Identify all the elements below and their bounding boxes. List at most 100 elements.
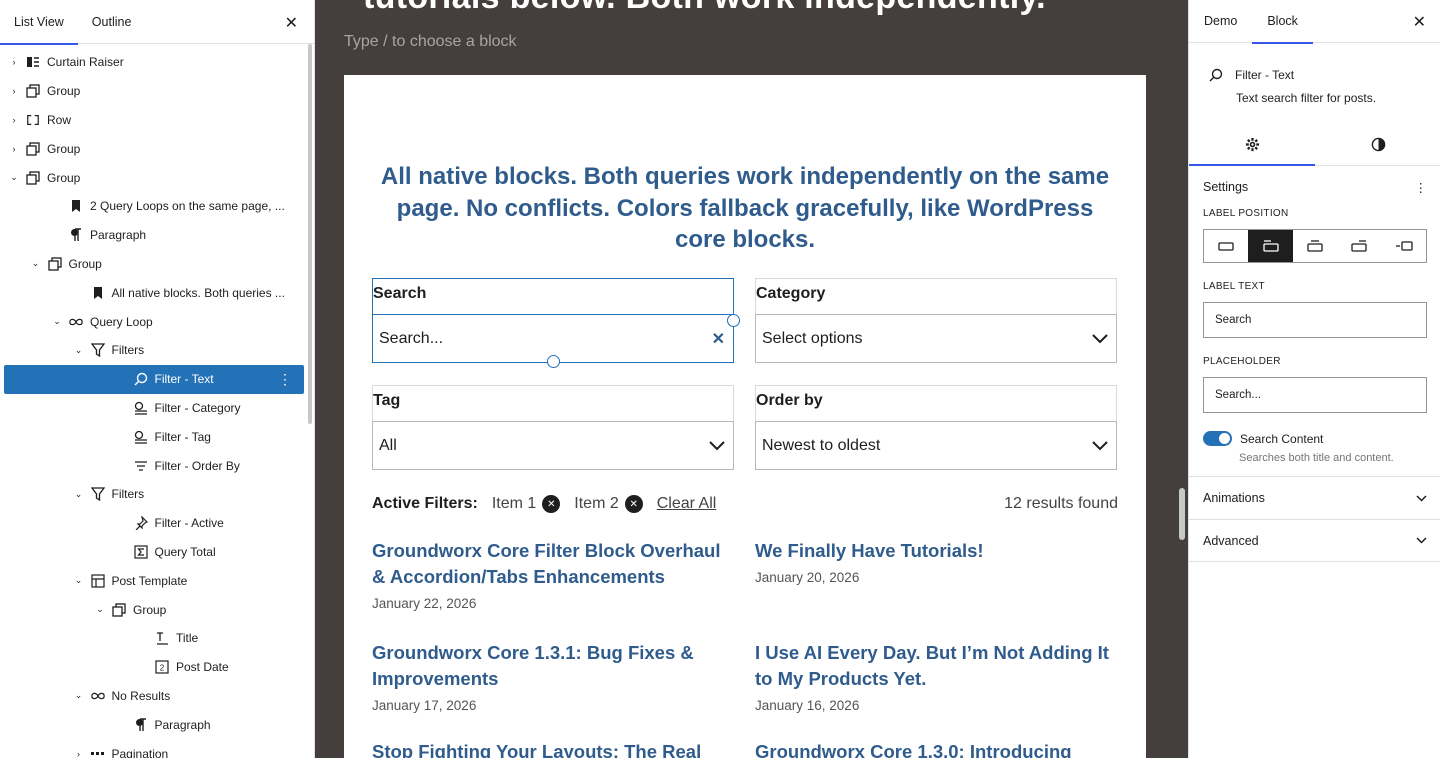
settings-header[interactable]: Settings ⋮ [1203, 166, 1427, 208]
active-filters-row: Active Filters: Item 1 ✕ Item 2 ✕ Clear … [372, 495, 1118, 513]
post-title[interactable]: Groundworx Core 1.3.1: Bug Fixes & Impro… [372, 640, 734, 692]
position-inside-button[interactable] [1293, 230, 1337, 262]
list-view-item[interactable]: ⌄ Post Template [0, 566, 304, 595]
list-view-item[interactable]: Filter - Text ⋮ [4, 364, 304, 394]
tab-demo[interactable]: Demo [1189, 0, 1252, 43]
chevron-down-icon[interactable]: ⌄ [73, 690, 85, 701]
more-options-icon[interactable]: ⋮ [1415, 180, 1428, 195]
list-view-item[interactable]: Filter - Order By [0, 451, 304, 480]
list-view-item-label: Post Template [111, 573, 188, 588]
list-view-item-label: Paragraph [90, 228, 147, 243]
more-options-icon[interactable]: ⋮ [278, 371, 292, 388]
chevron-down-icon[interactable]: ⌄ [73, 575, 85, 586]
chevron-down-icon[interactable]: ⌄ [73, 489, 85, 500]
post-title[interactable]: We Finally Have Tutorials! [755, 538, 1117, 564]
list-view-item[interactable]: Filter - Tag [0, 422, 304, 451]
list-view-item[interactable]: ⌄ No Results [0, 682, 304, 711]
filter-tag-block[interactable]: Tag All [372, 385, 734, 470]
position-top-button[interactable] [1248, 230, 1293, 262]
list-view-item[interactable]: Filter - Active [0, 509, 304, 538]
placeholder-input[interactable]: Search... [1203, 377, 1427, 413]
list-view-item-label: Pagination [111, 746, 169, 758]
list-view-item[interactable]: › Row [0, 106, 304, 135]
list-view-item[interactable]: All native blocks. Both queries ... [0, 278, 304, 307]
list-view-item[interactable]: Paragraph [0, 221, 304, 250]
list-view-scrollbar[interactable] [308, 44, 312, 424]
chevron-down-icon[interactable]: ⌄ [51, 316, 63, 327]
list-view-panel: List View Outline ✕ › Curtain Raiser › Grou… [0, 0, 315, 758]
post-title[interactable]: Groundworx Core Filter Block Overhaul & … [372, 538, 734, 590]
list-view-item[interactable]: › Curtain Raiser [0, 48, 304, 77]
post-title[interactable]: I Use AI Every Day. But I’m Not Adding I… [755, 640, 1117, 692]
post-title[interactable]: Stop Fighting Your Layouts: The Real [372, 739, 734, 758]
post-title[interactable]: Groundworx Core 1.3.0: Introducing [755, 739, 1117, 758]
list-view-item[interactable]: ⌄ Query Loop [0, 307, 304, 336]
tag-select[interactable]: All [372, 421, 734, 470]
label-side-icon [1395, 241, 1413, 251]
search-content-toggle[interactable] [1203, 431, 1232, 446]
tab-styles[interactable] [1315, 123, 1440, 165]
advanced-panel-toggle[interactable]: Advanced [1189, 519, 1440, 562]
clear-icon[interactable]: ✕ [712, 329, 725, 349]
close-icon[interactable]: ✕ [1413, 12, 1426, 32]
search-content-help: Searches both title and content. [1239, 452, 1394, 464]
tab-block[interactable]: Block [1252, 0, 1313, 44]
filter-order-block[interactable]: Order by Newest to oldest [755, 385, 1117, 470]
sigma-icon [133, 545, 148, 559]
list-view-item-label: Filter - Category [154, 400, 241, 415]
list-view-item[interactable]: Paragraph [0, 710, 304, 739]
list-view-item[interactable]: › Group [0, 77, 304, 106]
group-icon [47, 257, 62, 271]
position-hidden-button[interactable] [1204, 230, 1248, 262]
close-icon[interactable]: ✕ [285, 13, 298, 33]
chevron-down-icon[interactable]: ⌄ [8, 172, 20, 183]
list-view-item[interactable]: Filter - Category [0, 394, 304, 423]
chevron-right-icon[interactable]: › [73, 749, 85, 758]
active-filter-chip[interactable]: Item 1 ✕ [492, 495, 561, 513]
list-view-item[interactable]: ⌄ Group [0, 250, 304, 279]
list-view-item[interactable]: Query Total [0, 538, 304, 567]
bookmark-icon [69, 199, 83, 213]
active-filters-label: Active Filters: [372, 495, 478, 512]
list-view-item[interactable]: › Pagination [0, 739, 304, 758]
order-value: Newest to oldest [762, 436, 881, 454]
list-view-item[interactable]: ⌄ Group [0, 595, 304, 624]
list-view-item[interactable]: ⌄ Filters [0, 480, 304, 509]
list-view-item-label: Query Total [154, 544, 216, 559]
resize-handle-bottom[interactable] [547, 355, 560, 368]
list-view-item[interactable]: › Group [0, 134, 304, 163]
chevron-down-icon[interactable]: ⌄ [30, 258, 42, 269]
filter-text-block[interactable]: Search Search... ✕ [372, 278, 734, 363]
remove-icon[interactable]: ✕ [542, 495, 561, 513]
chevron-right-icon[interactable]: › [8, 86, 20, 96]
animations-panel-toggle[interactable]: Animations [1189, 476, 1440, 519]
list-view-item[interactable]: Title [0, 624, 304, 653]
chevron-down-icon[interactable]: ⌄ [73, 345, 85, 356]
filter-category-block[interactable]: Category Select options [755, 278, 1117, 363]
curtain-icon [26, 55, 40, 69]
label-text-input[interactable]: Search [1203, 302, 1427, 338]
resize-handle-right[interactable] [727, 314, 740, 327]
clear-all-link[interactable]: Clear All [657, 495, 717, 513]
chevron-right-icon[interactable]: › [8, 144, 20, 154]
remove-icon[interactable]: ✕ [624, 495, 643, 513]
inspector-subtabs [1189, 123, 1440, 166]
position-floating-button[interactable] [1337, 230, 1381, 262]
order-select[interactable]: Newest to oldest [755, 421, 1117, 470]
category-select[interactable]: Select options [755, 314, 1117, 363]
tab-list-view[interactable]: List View [0, 0, 78, 45]
canvas-scrollbar[interactable] [1179, 488, 1185, 540]
list-view-item[interactable]: 2 Post Date [0, 653, 304, 682]
chevron-right-icon[interactable]: › [8, 115, 20, 125]
chevron-down-icon[interactable]: ⌄ [94, 604, 106, 615]
list-view-item[interactable]: ⌄ Group [0, 163, 304, 192]
position-side-button[interactable] [1382, 230, 1426, 262]
active-filter-chip[interactable]: Item 2 ✕ [574, 495, 643, 513]
chevron-right-icon[interactable]: › [8, 57, 20, 67]
tab-settings[interactable] [1189, 123, 1315, 166]
post-date: January 16, 2026 [755, 698, 860, 713]
tab-outline[interactable]: Outline [78, 0, 146, 44]
block-appender-placeholder[interactable]: Type / to choose a block [344, 33, 517, 51]
list-view-item[interactable]: ⌄ Filters [0, 336, 304, 365]
list-view-item[interactable]: 2 Query Loops on the same page, ... [0, 192, 304, 221]
